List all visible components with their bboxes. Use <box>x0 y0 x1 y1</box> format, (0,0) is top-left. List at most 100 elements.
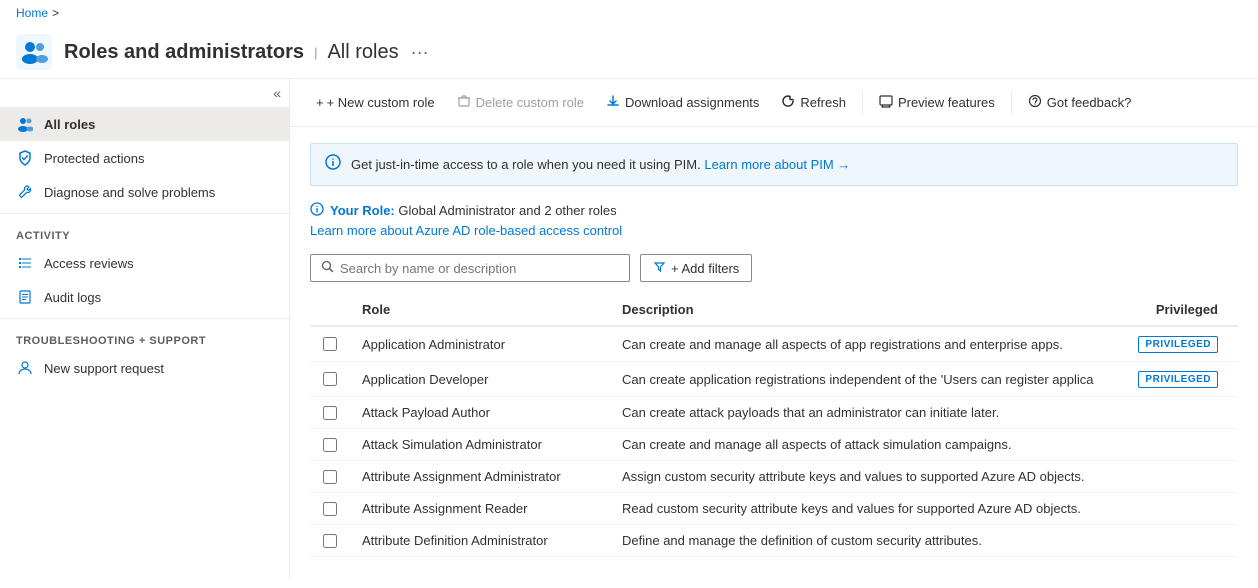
new-custom-role-button[interactable]: + + New custom role <box>306 90 445 115</box>
new-custom-role-label: + New custom role <box>327 95 435 110</box>
breadcrumb: Home > <box>0 0 1258 26</box>
toolbar-separator-1 <box>862 91 863 115</box>
refresh-label: Refresh <box>800 95 846 110</box>
role-name-cell: Application Developer <box>350 362 610 397</box>
col-description: Description <box>610 294 1118 326</box>
role-privileged-cell <box>1118 461 1238 493</box>
role-privileged-cell <box>1118 397 1238 429</box>
role-description-cell: Define and manage the definition of cust… <box>610 525 1118 557</box>
privileged-badge: PRIVILEGED <box>1138 371 1218 388</box>
col-privileged: Privileged <box>1118 294 1238 326</box>
row-checkbox-cell <box>310 429 350 461</box>
role-privileged-cell <box>1118 525 1238 557</box>
sidebar-item-diagnose-solve[interactable]: Diagnose and solve problems <box>0 175 289 209</box>
privileged-badge: PRIVILEGED <box>1138 336 1218 353</box>
add-filters-label: + Add filters <box>671 261 739 276</box>
row-checkbox[interactable] <box>323 438 337 452</box>
role-privileged-cell <box>1118 429 1238 461</box>
trash-icon <box>457 94 471 111</box>
row-checkbox-cell <box>310 493 350 525</box>
search-input[interactable] <box>340 261 619 276</box>
sidebar-label-new-support-request: New support request <box>44 361 164 376</box>
search-icon <box>321 260 334 276</box>
row-checkbox[interactable] <box>323 372 337 386</box>
sidebar-item-access-reviews[interactable]: Access reviews <box>0 246 289 280</box>
sidebar: « All roles Protected actions <box>0 79 290 579</box>
role-name-cell: Attribute Definition Administrator <box>350 525 610 557</box>
page-subtitle: All roles <box>327 41 398 64</box>
delete-custom-role-label: Delete custom role <box>476 95 584 110</box>
table-row: Application Administrator Can create and… <box>310 326 1238 362</box>
sidebar-section-activity: Activity <box>0 218 289 246</box>
role-info: Your Role: Global Administrator and 2 ot… <box>310 202 1238 238</box>
main-body: Get just-in-time access to a role when y… <box>290 127 1258 573</box>
preview-icon <box>879 94 893 111</box>
table-row: Attack Simulation Administrator Can crea… <box>310 429 1238 461</box>
role-description-cell: Can create attack payloads that an admin… <box>610 397 1118 429</box>
breadcrumb-home[interactable]: Home <box>16 6 48 20</box>
page-icon <box>16 34 52 70</box>
role-name-cell: Attribute Assignment Reader <box>350 493 610 525</box>
row-checkbox-cell <box>310 525 350 557</box>
download-assignments-button[interactable]: Download assignments <box>596 89 769 116</box>
sidebar-label-access-reviews: Access reviews <box>44 256 134 271</box>
row-checkbox-cell <box>310 461 350 493</box>
sidebar-collapse-button[interactable]: « <box>273 85 281 101</box>
row-checkbox-cell <box>310 326 350 362</box>
your-role-label: Your Role: Global Administrator and 2 ot… <box>330 203 617 218</box>
download-icon <box>606 94 620 111</box>
sidebar-label-diagnose-solve: Diagnose and solve problems <box>44 185 215 200</box>
download-assignments-label: Download assignments <box>625 95 759 110</box>
preview-features-button[interactable]: Preview features <box>869 89 1005 116</box>
list-icon <box>16 254 34 272</box>
got-feedback-button[interactable]: Got feedback? <box>1018 89 1142 116</box>
row-checkbox-cell <box>310 397 350 429</box>
row-checkbox[interactable] <box>323 502 337 516</box>
roles-table: Role Description Privileged Application … <box>310 294 1238 557</box>
feedback-icon <box>1028 94 1042 111</box>
role-description-cell: Read custom security attribute keys and … <box>610 493 1118 525</box>
page-title: Roles and administrators <box>64 41 304 64</box>
sidebar-section-support: Troubleshooting + Support <box>0 323 289 351</box>
more-options-icon[interactable]: ··· <box>411 42 429 63</box>
doc-icon <box>16 288 34 306</box>
pim-link[interactable]: Learn more about PIM → <box>704 157 850 172</box>
row-checkbox[interactable] <box>323 534 337 548</box>
sidebar-label-all-roles: All roles <box>44 117 95 132</box>
row-checkbox[interactable] <box>323 337 337 351</box>
wrench-icon <box>16 183 34 201</box>
refresh-icon <box>781 94 795 111</box>
role-privileged-cell: PRIVILEGED <box>1118 326 1238 362</box>
role-description-cell: Can create application registrations ind… <box>610 362 1118 397</box>
filter-icon <box>653 260 666 276</box>
row-checkbox[interactable] <box>323 470 337 484</box>
sidebar-label-protected-actions: Protected actions <box>44 151 144 166</box>
role-description-cell: Can create and manage all aspects of att… <box>610 429 1118 461</box>
table-row: Attack Payload Author Can create attack … <box>310 397 1238 429</box>
row-checkbox[interactable] <box>323 406 337 420</box>
add-filters-button[interactable]: + Add filters <box>640 254 752 282</box>
role-description-cell: Assign custom security attribute keys an… <box>610 461 1118 493</box>
table-row: Application Developer Can create applica… <box>310 362 1238 397</box>
refresh-button[interactable]: Refresh <box>771 89 856 116</box>
col-role: Role <box>350 294 610 326</box>
rbac-learn-more-link[interactable]: Learn more about Azure AD role-based acc… <box>310 223 622 238</box>
breadcrumb-sep: > <box>52 6 59 20</box>
info-banner-text: Get just-in-time access to a role when y… <box>351 157 850 172</box>
page-title-sep: | <box>314 45 317 60</box>
search-filter-bar: + Add filters <box>310 254 1238 282</box>
got-feedback-label: Got feedback? <box>1047 95 1132 110</box>
sidebar-item-all-roles[interactable]: All roles <box>0 107 289 141</box>
sidebar-item-audit-logs[interactable]: Audit logs <box>0 280 289 314</box>
info-banner: Get just-in-time access to a role when y… <box>310 143 1238 186</box>
toolbar: + + New custom role Delete custom role <box>290 79 1258 127</box>
plus-icon: + <box>316 95 324 110</box>
sidebar-divider-2 <box>0 318 289 319</box>
delete-custom-role-button[interactable]: Delete custom role <box>447 89 594 116</box>
sidebar-item-protected-actions[interactable]: Protected actions <box>0 141 289 175</box>
page-header: Roles and administrators | All roles ··· <box>0 26 1258 79</box>
table-row: Attribute Definition Administrator Defin… <box>310 525 1238 557</box>
table-row: Attribute Assignment Administrator Assig… <box>310 461 1238 493</box>
sidebar-label-audit-logs: Audit logs <box>44 290 101 305</box>
sidebar-item-new-support-request[interactable]: New support request <box>0 351 289 385</box>
